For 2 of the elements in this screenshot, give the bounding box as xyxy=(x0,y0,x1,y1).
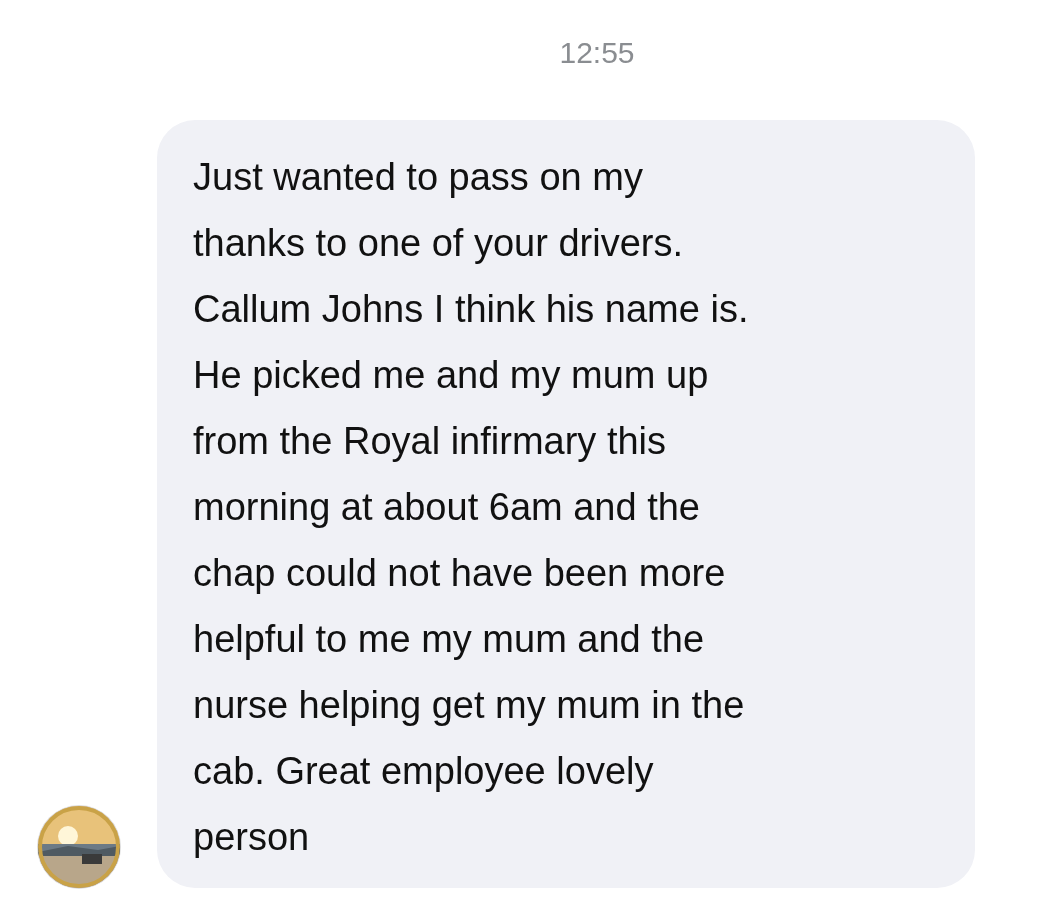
message-text: Just wanted to pass on my thanks to one of your drivers. Callum Johns I think his name is. He picked me and my mum up from the Royal infirmary this morning at about 6am and the chap could not have been more helpful to me my mum and the nurse helping get my mum in the cab. Great employee lovely person xyxy=(193,155,750,860)
message-timestamp: 12:55 xyxy=(559,35,635,71)
